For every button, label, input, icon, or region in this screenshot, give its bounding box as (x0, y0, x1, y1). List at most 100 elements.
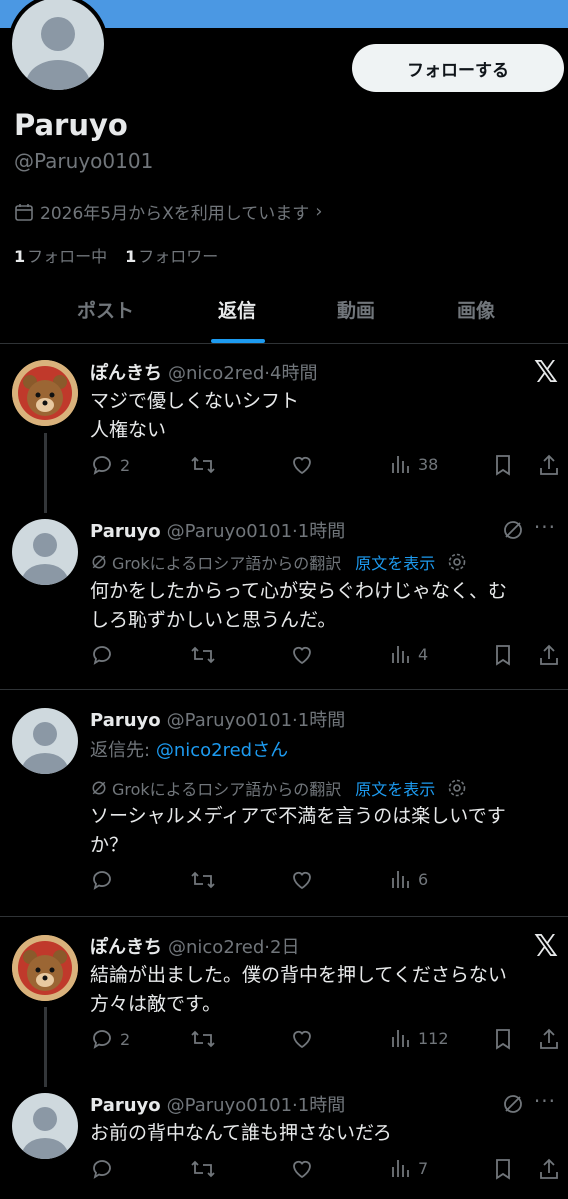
views-button[interactable]: 7 (390, 1157, 428, 1179)
settings-icon[interactable] (447, 778, 467, 798)
show-original-link[interactable]: 原文を表示 (355, 776, 435, 800)
mention-link[interactable]: @nico2redさん (156, 740, 288, 761)
share-button[interactable] (538, 1157, 560, 1181)
reply-button[interactable] (90, 1157, 120, 1181)
tab-images[interactable]: 画像 (457, 296, 495, 323)
default-avatar-icon (26, 17, 90, 90)
avatar[interactable] (12, 935, 78, 1001)
share-button[interactable] (538, 453, 560, 477)
views-button[interactable]: 4 (390, 643, 428, 665)
views-icon (392, 456, 409, 473)
like-button[interactable] (290, 1157, 314, 1181)
post-text: 何かをしたからって心が安らぐわけじゃなく、む しろ恥ずかしいと思うんだ。 (90, 580, 508, 631)
translation-note: Grokによるロシア語からの翻訳 原文を表示 (90, 550, 467, 574)
repost-icon (191, 1030, 215, 1048)
share-icon (540, 454, 558, 475)
like-button[interactable] (290, 643, 314, 667)
post-time: 2日 (270, 937, 300, 958)
tab-replies[interactable]: 返信 (218, 296, 256, 323)
tab-videos[interactable]: 動画 (337, 296, 375, 323)
post-time: 1時間 (297, 521, 346, 542)
bookmark-button[interactable] (492, 453, 514, 477)
tab-posts[interactable]: ポスト (77, 296, 134, 323)
settings-icon[interactable] (447, 552, 467, 572)
post-item[interactable]: Paruyo @Paruyo0101·1時間 返信先: @nico2redさん G… (0, 690, 568, 916)
grok-icon[interactable] (502, 519, 524, 545)
grok-icon[interactable] (502, 1093, 524, 1119)
views-button[interactable]: 112 (390, 1027, 449, 1049)
bookmark-button[interactable] (492, 643, 514, 667)
post-item[interactable]: ぽんきち @nico2red·2日 𝕏 結論が出ました。僕の背中を押してくださらな… (0, 917, 568, 1087)
avatar[interactable] (12, 519, 78, 585)
grok-icon (92, 781, 106, 795)
reply-to: 返信先: @nico2redさん (90, 740, 289, 761)
bear-avatar-icon (12, 935, 78, 1001)
share-icon (540, 1158, 558, 1179)
author-handle: @Paruyo0101 (166, 1095, 293, 1116)
post-item[interactable]: ぽんきち @nico2red·4時間 𝕏 マジで優しくないシフト 人権ない 2 3… (0, 345, 568, 513)
default-avatar-icon (22, 722, 68, 774)
default-avatar-icon (22, 1107, 68, 1159)
chevron-right-icon: › (315, 201, 323, 222)
post-header: Paruyo @Paruyo0101·1時間 (90, 521, 346, 542)
heart-icon (293, 871, 311, 890)
repost-button[interactable] (190, 643, 216, 667)
default-avatar-icon (22, 533, 68, 585)
active-tab-indicator (211, 339, 265, 343)
views-button[interactable]: 38 (390, 453, 438, 475)
views-button[interactable]: 6 (390, 868, 428, 890)
followers-link[interactable]: 1 フォロワー (125, 243, 218, 267)
show-original-link[interactable]: 原文を表示 (355, 550, 435, 574)
share-button[interactable] (538, 643, 560, 667)
bookmark-icon (496, 1029, 510, 1050)
heart-icon (293, 456, 311, 475)
bookmark-button[interactable] (492, 1157, 514, 1181)
repost-button[interactable] (190, 868, 216, 892)
profile-avatar[interactable] (8, 0, 108, 94)
post-text: ソーシャルメディアで不満を言うのは楽しいです か？ (90, 805, 506, 856)
more-options-icon[interactable]: ··· (534, 1089, 556, 1113)
post-item[interactable]: Paruyo @Paruyo0101·1時間 ··· Grokによるロシア語からの… (0, 505, 568, 690)
avatar[interactable] (12, 708, 78, 774)
share-button[interactable] (538, 1027, 560, 1051)
follow-counts: 1 フォロー中 1 フォロワー (14, 243, 218, 267)
thread-line (44, 433, 47, 513)
post-header: Paruyo @Paruyo0101·1時間 (90, 710, 346, 731)
author-handle: @Paruyo0101 (166, 521, 293, 542)
joined-date[interactable]: 2026年5月からXを利用しています › (14, 199, 322, 224)
profile-handle: @Paruyo0101 (14, 149, 154, 173)
post-time: 4時間 (270, 363, 318, 384)
like-button[interactable] (290, 868, 314, 892)
post-text: お前の背中なんて誰も押さないだろ (90, 1122, 392, 1144)
views-icon (392, 1030, 409, 1047)
heart-icon (293, 646, 311, 665)
author-name: ぽんきち (90, 363, 162, 384)
reply-icon (93, 456, 111, 475)
more-options-icon[interactable]: ··· (534, 515, 556, 539)
bookmark-icon (496, 455, 510, 476)
repost-button[interactable] (190, 453, 216, 477)
repost-button[interactable] (190, 1027, 216, 1051)
like-button[interactable] (290, 1027, 314, 1051)
like-button[interactable] (290, 453, 314, 477)
post-item[interactable]: Paruyo @Paruyo0101·1時間 ··· お前の背中なんて誰も押さない… (0, 1082, 568, 1199)
reply-button[interactable] (90, 643, 120, 667)
reply-button[interactable] (90, 868, 120, 892)
bookmark-icon (496, 1159, 510, 1180)
post-actions: 2 38 (90, 453, 568, 483)
reply-button[interactable]: 2 (90, 1027, 130, 1051)
following-link[interactable]: 1 フォロー中 (14, 243, 107, 267)
repost-button[interactable] (190, 1157, 216, 1181)
author-handle: @nico2red (168, 937, 265, 958)
grok-icon (92, 555, 106, 569)
follow-button[interactable]: フォローする (352, 44, 564, 92)
share-icon (540, 1028, 558, 1049)
bookmark-button[interactable] (492, 1027, 514, 1051)
author-handle: @nico2red (168, 363, 265, 384)
x-logo-icon: 𝕏 (533, 355, 558, 390)
display-name: Paruyo (14, 108, 128, 142)
reply-button[interactable]: 2 (90, 453, 130, 477)
avatar[interactable] (12, 360, 78, 426)
avatar[interactable] (12, 1093, 78, 1159)
bookmark-icon (496, 645, 510, 666)
